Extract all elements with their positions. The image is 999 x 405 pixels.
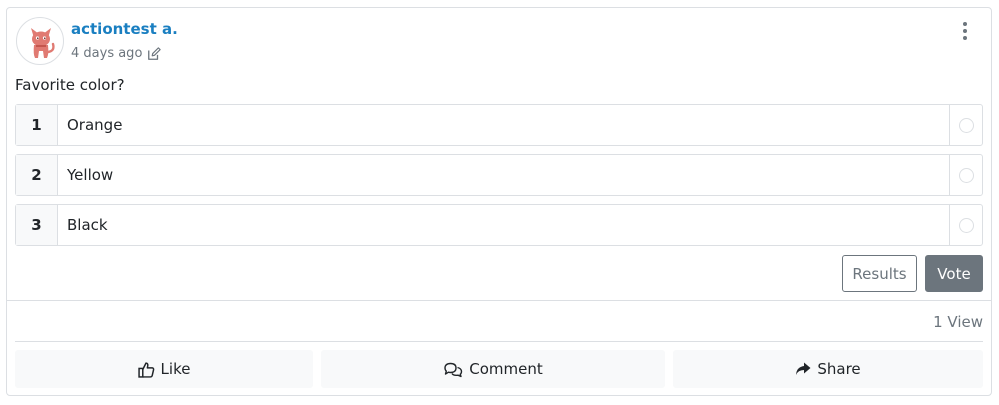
thumbs-up-icon xyxy=(137,361,154,378)
avatar[interactable] xyxy=(16,17,64,65)
option-number: 3 xyxy=(16,205,58,245)
option-radio[interactable] xyxy=(958,167,974,183)
post-time: 4 days ago xyxy=(71,46,143,61)
kebab-menu-icon[interactable] xyxy=(957,20,973,42)
share-label: Share xyxy=(817,360,861,378)
vote-button[interactable]: Vote xyxy=(925,255,983,292)
option-number: 2 xyxy=(16,155,58,195)
comment-label: Comment xyxy=(469,360,543,378)
share-arrow-icon xyxy=(796,362,811,375)
cat-avatar-icon xyxy=(31,28,55,58)
option-radio-cell[interactable] xyxy=(949,105,982,145)
option-radio-cell[interactable] xyxy=(949,155,982,195)
poll-option[interactable]: 3 Black xyxy=(15,204,983,246)
poll-option[interactable]: 1 Orange xyxy=(15,104,983,146)
poll-post-card: actiontest a. 4 days ago Favorite color?… xyxy=(6,7,992,396)
share-button[interactable]: Share xyxy=(673,350,983,388)
option-number: 1 xyxy=(16,105,58,145)
option-label: Orange xyxy=(67,116,123,134)
option-label: Yellow xyxy=(67,166,114,184)
option-radio[interactable] xyxy=(958,217,974,233)
post-meta: 4 days ago xyxy=(71,46,162,61)
like-label: Like xyxy=(160,360,191,378)
like-button[interactable]: Like xyxy=(15,350,313,388)
option-radio-cell[interactable] xyxy=(949,205,982,245)
divider xyxy=(15,341,983,342)
comments-icon xyxy=(444,362,463,377)
results-button[interactable]: Results xyxy=(842,255,917,292)
option-radio[interactable] xyxy=(958,117,974,133)
poll-question: Favorite color? xyxy=(15,76,125,94)
option-label: Black xyxy=(67,216,108,234)
view-count: 1 View xyxy=(933,313,983,331)
divider xyxy=(7,300,991,301)
edit-pencil-icon[interactable] xyxy=(147,46,162,61)
comment-button[interactable]: Comment xyxy=(321,350,665,388)
poll-option[interactable]: 2 Yellow xyxy=(15,154,983,196)
author-name[interactable]: actiontest a. xyxy=(71,20,178,38)
